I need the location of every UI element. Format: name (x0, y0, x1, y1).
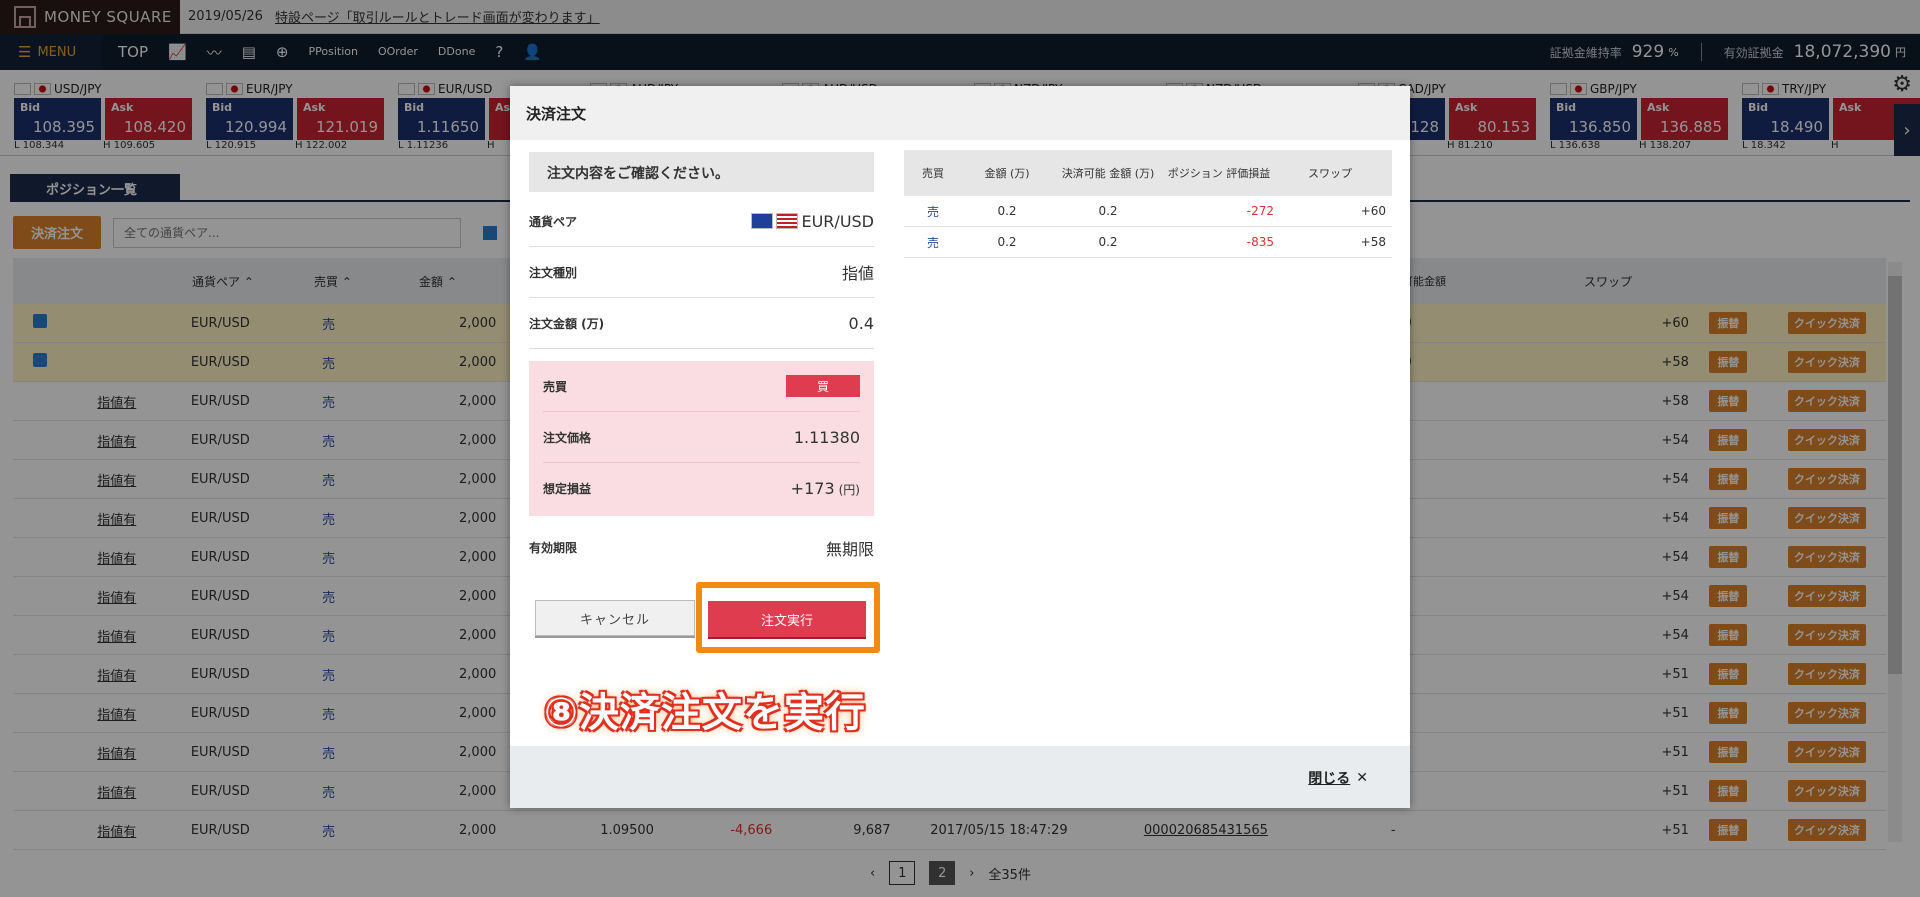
close-label: 閉じる (1308, 771, 1351, 787)
field-order-price: 注文価格 1.11380 (543, 412, 860, 463)
mh-pl: ポジション 評価損益 (1167, 167, 1271, 180)
field-expiry: 有効期限 無期限 (529, 522, 874, 573)
field-side: 売買 買 (543, 361, 860, 412)
step-annotation: ⑧決済注文を実行 (544, 690, 866, 736)
order-price-value: 1.11380 (793, 427, 860, 447)
order-amount-value: 0.4 (848, 313, 874, 333)
field-order-type: 注文種別 指値 (529, 247, 874, 298)
cancel-button[interactable]: キャンセル (535, 600, 695, 636)
execute-order-button[interactable]: 注文実行 (708, 601, 866, 637)
field-order-amount: 注文金額 (万) 0.4 (529, 298, 874, 349)
expiry-value: 無期限 (825, 539, 874, 559)
order-detail-box: 売買 買 注文価格 1.11380 想定損益 +173 (円) (529, 361, 874, 516)
buy-badge: 買 (786, 375, 860, 397)
mh-amount: 金額 (万) (984, 167, 1030, 180)
modal-title: 決済注文 (510, 86, 1410, 140)
mh-swap: スワップ (1308, 167, 1352, 180)
modal-table-row: 売 0.2 0.2 -272 +60 (904, 196, 1392, 227)
close-icon: ✕ (1356, 770, 1368, 786)
expiry-label: 有効期限 (529, 541, 578, 555)
field-pair: 通貨ペア EUR/USD (529, 196, 874, 247)
mh-side: 売買 (922, 167, 944, 180)
order-type-label: 注文種別 (529, 265, 578, 280)
modal-positions-table: 売買 金額 (万) 決済可能 金額 (万) ポジション 評価損益 スワップ 売 … (904, 150, 1392, 258)
order-type-value: 指値 (841, 264, 874, 283)
field-estimated-pl: 想定損益 +173 (円) (543, 463, 860, 514)
side-label: 売買 (543, 379, 568, 394)
mh-settleable: 決済可能 金額 (万) (1061, 167, 1155, 180)
eu-flag-icon (751, 213, 774, 229)
modal-footer: 閉じる ✕ (510, 746, 1410, 808)
estimated-pl-unit: (円) (838, 483, 860, 497)
modal-table-header: 売買 金額 (万) 決済可能 金額 (万) ポジション 評価損益 スワップ (904, 150, 1392, 196)
confirm-heading: 注文内容をご確認ください。 (529, 152, 874, 192)
us-flag-icon (776, 213, 799, 229)
close-button[interactable]: 閉じる ✕ (1308, 768, 1368, 788)
order-amount-label: 注文金額 (万) (529, 316, 605, 331)
estimated-pl-value: +173 (790, 479, 835, 498)
estimated-pl-label: 想定損益 (543, 482, 592, 496)
settle-order-modal: 決済注文 注文内容をご確認ください。 通貨ペア EUR/USD 注文種別 指値 … (510, 86, 1410, 808)
pair-label: 通貨ペア (529, 214, 578, 229)
order-price-label: 注文価格 (543, 430, 592, 445)
pair-value: EUR/USD (801, 211, 874, 231)
modal-table-row: 売 0.2 0.2 -835 +58 (904, 227, 1392, 258)
